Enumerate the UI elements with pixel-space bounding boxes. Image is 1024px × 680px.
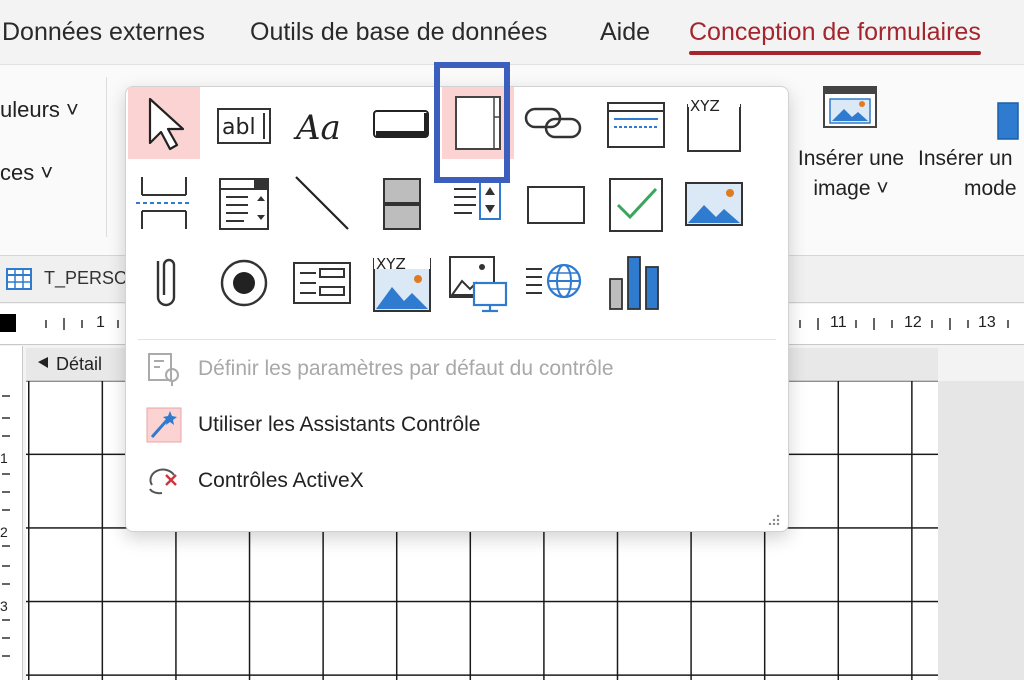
rectangle-control-button[interactable] (520, 167, 592, 239)
picture-frame-icon (685, 182, 743, 226)
page-break-control-button[interactable] (128, 167, 200, 239)
web-browser-control-button[interactable] (600, 87, 672, 159)
insert-image-label-2: image ˅ (813, 177, 889, 200)
list-box-control-button[interactable] (442, 167, 514, 239)
tab-donnees-externes[interactable]: Données externes (2, 18, 205, 47)
vruler-label-1: 1 (0, 450, 8, 466)
svg-text:Aa: Aa (293, 108, 341, 148)
label-aa-icon: Aa (293, 108, 341, 148)
ribbon-colors-dropdown[interactable]: uleurs ˅ (0, 97, 79, 123)
text-box-control-button[interactable]: abl (208, 87, 280, 159)
section-arrow-icon (38, 357, 48, 368)
form-design-background (938, 381, 1024, 680)
checkbox-icon (609, 178, 663, 232)
image-icon (823, 86, 877, 128)
insert-image-label-1: Insérer une (797, 147, 905, 170)
label-control-button[interactable]: Aa (286, 87, 358, 159)
unbound-object-frame-control-button[interactable] (678, 167, 750, 239)
menu-divider (138, 339, 776, 340)
model-icon (997, 102, 1019, 140)
ruler-label-11: 11 (830, 314, 847, 331)
hyperlink-control-button[interactable] (520, 87, 592, 159)
toggle-button-control-button[interactable] (366, 167, 438, 239)
insert-model-label-1: Insérer un (918, 147, 1013, 170)
ribbon-tab-bar: Données externes Outils de base de donné… (0, 0, 1024, 64)
ruler-label-1: 1 (96, 314, 105, 331)
svg-text:abl: abl (222, 115, 256, 140)
table-icon (6, 268, 32, 290)
insert-model-button[interactable]: Insérer un mode (916, 79, 1024, 209)
tab-control-icon (455, 96, 501, 150)
activex-controls-label: Contrôles ActiveX (198, 469, 364, 492)
tab-conception-de-formulaires[interactable]: Conception de formulaires (689, 18, 981, 55)
command-button-icon (373, 110, 429, 138)
pointer-arrow-icon (148, 97, 185, 151)
ribbon-fonts-dropdown[interactable]: ces ˅ (0, 160, 53, 186)
combo-box-icon (219, 178, 269, 230)
bound-object-frame-control-button[interactable]: XYZ (366, 245, 438, 317)
globe-list-icon (526, 263, 582, 299)
controls-gallery-panel: abl Aa XYZ XYZ Définir les paramètres pa… (125, 86, 789, 532)
check-box-control-button[interactable] (600, 167, 672, 239)
rectangle-icon (527, 186, 585, 224)
svg-text:XYZ: XYZ (376, 255, 406, 273)
page-break-icon (136, 177, 192, 229)
navigation-control-button[interactable]: XYZ (678, 87, 750, 159)
bound-image-icon: XYZ (373, 255, 431, 312)
vruler-ticks (2, 395, 10, 657)
list-box-icon (454, 180, 501, 220)
navigation-icon: XYZ (687, 97, 741, 152)
object-tab-t-perso[interactable]: T_PERSO (44, 268, 128, 289)
use-control-wizards-item[interactable]: Utiliser les Assistants Contrôle (138, 401, 776, 449)
textbox-icon: abl (217, 108, 271, 144)
vertical-ruler: 1 2 3 (0, 346, 23, 680)
option-button-control-button[interactable] (208, 245, 280, 317)
paperclip-icon (156, 258, 176, 307)
ruler-label-12: 12 (904, 314, 922, 331)
radio-button-icon (220, 259, 268, 307)
use-control-wizards-label: Utiliser les Assistants Contrôle (198, 413, 481, 436)
button-control-button[interactable] (366, 87, 438, 159)
bar-chart-icon (609, 256, 659, 310)
svg-text:XYZ: XYZ (690, 97, 720, 115)
tab-control-button[interactable] (442, 87, 514, 159)
insert-image-button[interactable]: Insérer une image ˅ (792, 79, 910, 209)
chart-control-button[interactable] (600, 245, 672, 317)
line-icon (295, 176, 349, 230)
combo-box-control-button[interactable] (208, 167, 280, 239)
activex-controls-item[interactable]: Contrôles ActiveX (138, 457, 776, 505)
set-control-defaults-label: Définir les paramètres par défaut du con… (198, 357, 614, 380)
subform-control-button[interactable] (286, 245, 358, 317)
web-browser-icon (607, 102, 665, 148)
attachment-control-button[interactable] (128, 245, 200, 317)
set-control-defaults-item[interactable]: Définir les paramètres par défaut du con… (138, 345, 776, 393)
control-defaults-icon (148, 353, 179, 386)
ruler-label-13: 13 (978, 314, 996, 331)
vruler-label-3: 3 (0, 598, 8, 614)
tab-aide[interactable]: Aide (600, 18, 650, 47)
image-monitor-icon (449, 256, 508, 313)
ribbon-separator (106, 77, 107, 237)
select-control-button[interactable] (128, 87, 200, 159)
resize-grip-icon[interactable] (768, 513, 780, 525)
tab-outils-base-de-donnees[interactable]: Outils de base de données (250, 18, 547, 47)
magic-wand-icon (146, 407, 182, 443)
insert-model-label-2: mode (964, 177, 1017, 200)
toggle-button-icon (383, 178, 421, 230)
web-list-control-button[interactable] (520, 245, 592, 317)
activex-icon (149, 468, 177, 495)
line-control-button[interactable] (286, 167, 358, 239)
image-control-button[interactable] (442, 245, 514, 317)
subform-icon (293, 262, 351, 304)
link-icon (524, 107, 582, 139)
section-detail-label: Détail (56, 354, 103, 374)
vruler-label-2: 2 (0, 524, 8, 540)
